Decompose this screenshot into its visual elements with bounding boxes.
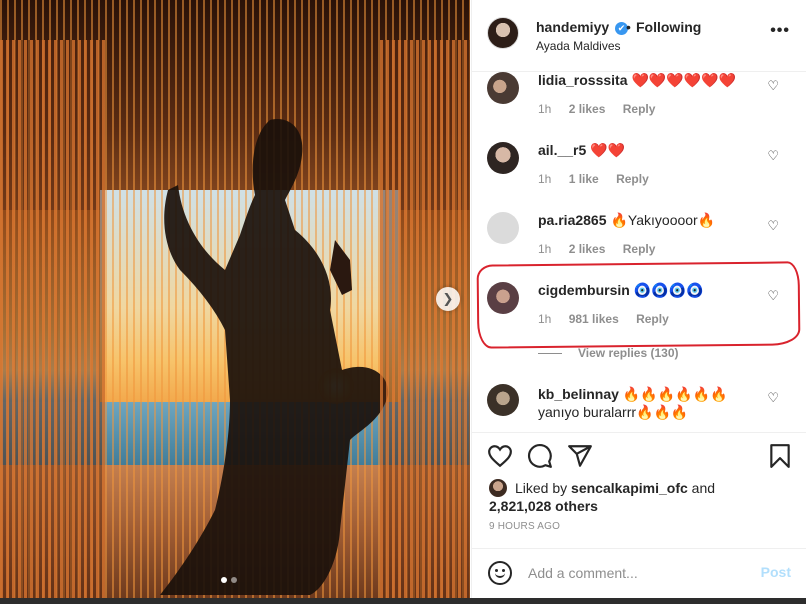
comment-meta: 1h 2 likes Reply [538,242,669,256]
comment-body: 🔥Yakıyoooor🔥 [610,212,716,228]
carousel-next-button[interactable]: ❯ [436,287,460,311]
comment-body: 🧿🧿🧿🧿 [633,282,704,298]
comment-composer: Post [472,548,806,598]
comment-meta: 1h 2 likes Reply [538,102,669,116]
commenter-avatar[interactable] [487,384,519,416]
commenter-username[interactable]: cigdembursin [538,282,630,298]
comment-time[interactable]: 1h [538,172,551,186]
comment-time[interactable]: 1h [538,312,551,326]
author-username[interactable]: handemiyy ✔ [536,19,629,35]
curtain-left [0,40,105,598]
comment-text: ail.__r5 ❤️❤️ [538,141,758,159]
reply-button[interactable]: Reply [623,102,656,116]
commenter-avatar[interactable] [487,282,519,314]
replies-divider-line [538,353,562,355]
comment-like-heart-icon[interactable]: ♡ [767,218,779,234]
post-header: handemiyy ✔ • Following Ayada Maldives •… [472,0,806,72]
comment-like-heart-icon[interactable]: ♡ [767,78,779,94]
comment-meta: 1h 1 like Reply [538,172,663,186]
comment-time[interactable]: 1h [538,242,551,256]
comment-like-heart-icon[interactable]: ♡ [767,148,779,164]
liker-avatar[interactable] [489,479,507,497]
bookmark-icon[interactable] [767,443,793,469]
reply-button[interactable]: Reply [623,242,656,256]
comment-text: lidia_rosssita ❤️❤️❤️❤️❤️❤️ [538,72,758,89]
commenter-avatar[interactable] [487,72,519,104]
liked-by-summary: Liked by sencalkapimi_ofc and 2,821,028 … [489,479,749,515]
comment-like-heart-icon[interactable]: ♡ [767,390,779,406]
comment-likes[interactable]: 1 like [569,172,599,186]
woman-silhouette [160,119,389,595]
header-separator: • [626,19,631,35]
reply-button[interactable]: Reply [636,312,669,326]
view-replies-label[interactable]: View replies (130) [578,346,679,360]
post-actions: Liked by sencalkapimi_ofc and 2,821,028 … [472,432,806,534]
curtain-right [380,40,470,598]
comment-body: ❤️❤️❤️❤️❤️❤️ [631,72,737,88]
post-details-panel: handemiyy ✔ • Following Ayada Maldives •… [471,0,806,598]
comment-likes[interactable]: 2 likes [569,242,606,256]
commenter-username[interactable]: ail.__r5 [538,142,586,158]
comment-text: kb_belinnay 🔥🔥🔥🔥🔥🔥yanıyo buralarrr🔥🔥🔥 [538,385,758,421]
carousel-dots [221,577,237,583]
reply-button[interactable]: Reply [616,172,649,186]
liked-by-prefix: Liked by [515,480,568,496]
liker-username[interactable]: sencalkapimi_ofc [571,480,688,496]
comment-meta: 1h 981 likes Reply [538,312,683,326]
comment-body: ❤️❤️ [590,142,626,158]
heart-icon[interactable] [487,443,513,469]
post-photo: ❯ [0,0,470,598]
liked-by-and: and [691,480,716,496]
author-username-text[interactable]: handemiyy [536,19,609,35]
view-replies-button[interactable]: View replies (130) [538,346,679,360]
comment-likes[interactable]: 981 likes [569,312,619,326]
follow-status-button[interactable]: Following [636,19,701,35]
carousel-dot-1 [221,577,227,583]
commenter-avatar[interactable] [487,142,519,174]
comment-icon[interactable] [527,443,553,469]
comment-text: cigdembursin 🧿🧿🧿🧿 [538,281,758,299]
comment-likes[interactable]: 2 likes [569,102,606,116]
comments-list[interactable]: lidia_rosssita ❤️❤️❤️❤️❤️❤️ 1h 2 likes Re… [472,72,806,432]
author-avatar[interactable] [487,17,519,49]
emoji-icon[interactable] [488,561,512,585]
carousel-dot-2 [231,577,237,583]
likes-count-link[interactable]: 2,821,028 others [489,498,598,514]
post-timestamp[interactable]: 9 HOURS AGO [489,521,560,532]
commenter-username[interactable]: pa.ria2865 [538,212,607,228]
chevron-right-icon: ❯ [442,291,454,306]
commenter-username[interactable]: lidia_rosssita [538,72,628,88]
comment-like-heart-icon[interactable]: ♡ [767,288,779,304]
post-comment-button[interactable]: Post [761,564,791,580]
post-location[interactable]: Ayada Maldives [536,39,621,53]
commenter-avatar-default[interactable] [487,212,519,244]
commenter-username[interactable]: kb_belinnay [538,386,619,402]
comment-text: pa.ria2865 🔥Yakıyoooor🔥 [538,211,758,229]
share-icon[interactable] [567,443,593,469]
page-bottom-strip [0,598,806,604]
comment-input[interactable] [528,562,748,584]
comment-time[interactable]: 1h [538,102,551,116]
more-icon[interactable]: ••• [770,22,790,40]
